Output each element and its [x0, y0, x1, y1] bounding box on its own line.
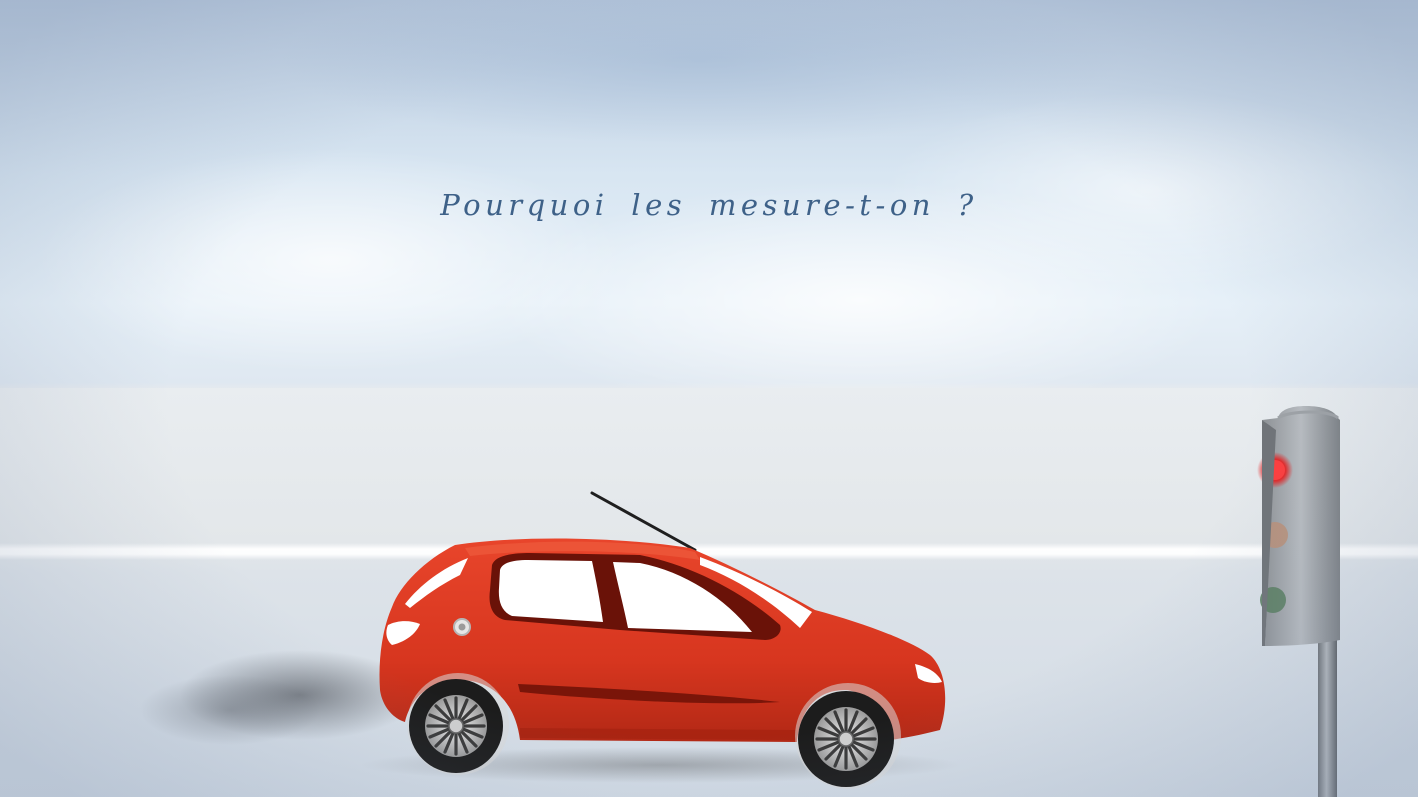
car-rear-side-window [498, 560, 603, 622]
red-car [379, 491, 946, 789]
slide-scene: Pourquoi les mesure-t-on ? [0, 0, 1418, 797]
exhaust-smoke [140, 650, 420, 745]
traffic-light-pole [1318, 640, 1337, 797]
car-front-wheel [795, 683, 901, 789]
car-rear-wheel [407, 673, 509, 775]
scene-illustration [140, 406, 1340, 797]
traffic-light [1257, 406, 1340, 797]
